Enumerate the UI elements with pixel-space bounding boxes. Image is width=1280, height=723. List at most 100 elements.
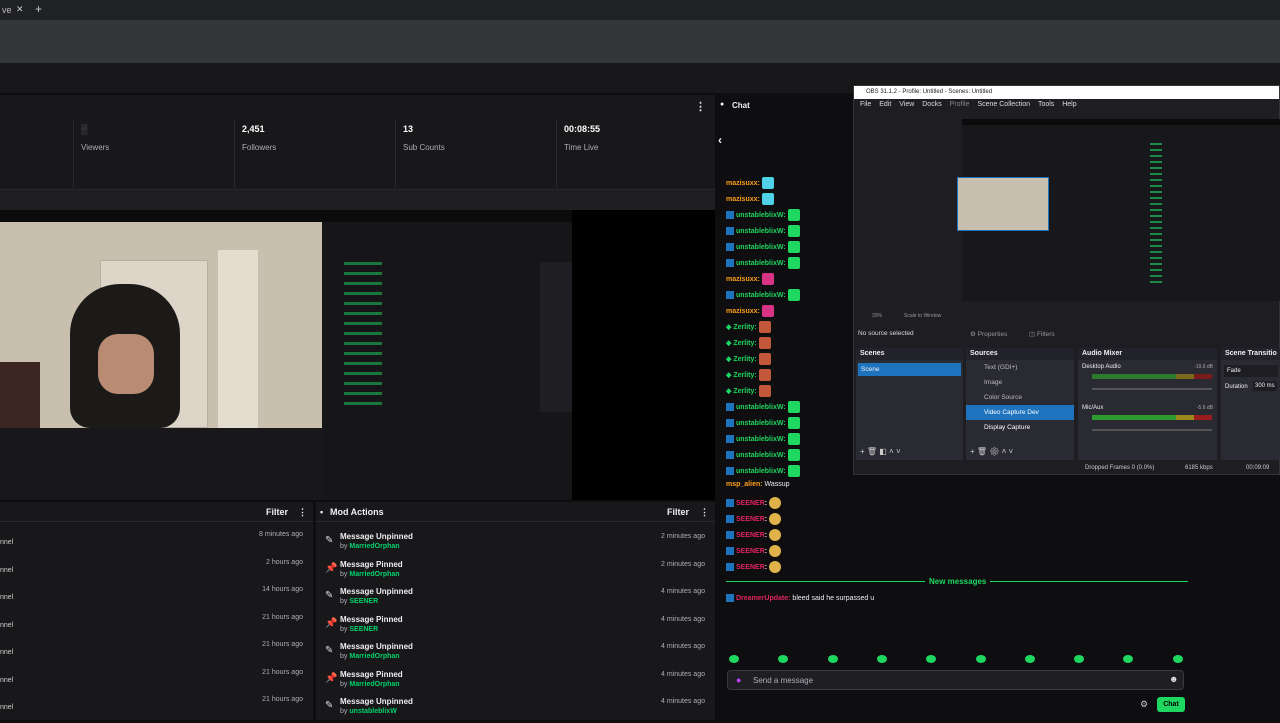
badge-icon <box>726 451 734 459</box>
mic-label: Mic/Aux <box>1082 405 1104 411</box>
duration-input[interactable]: 300 ms <box>1253 381 1277 391</box>
activity-filter-button[interactable]: Filter <box>266 507 288 517</box>
source-item[interactable]: Text (GDI+) <box>966 360 1074 375</box>
chat-username[interactable]: mazisuxx: <box>726 276 760 283</box>
chat-username[interactable]: SEENER <box>736 516 765 523</box>
chat-username[interactable]: SEENER <box>736 548 765 555</box>
moderator-name[interactable]: MarriedOrphan <box>349 653 399 660</box>
menu-profile[interactable]: Profile <box>950 101 970 108</box>
scenes-controls[interactable]: + 🗑 ◧ ˄ ˅ <box>860 447 901 456</box>
mic-volume-slider[interactable] <box>1092 429 1212 431</box>
badge-icon <box>726 403 734 411</box>
address-bar-area <box>0 20 1280 63</box>
chat-username[interactable]: SEENER <box>736 500 765 507</box>
chat-username[interactable]: Zerlity: <box>733 388 756 395</box>
badge-icon <box>726 227 734 235</box>
mod-filter-button[interactable]: Filter <box>667 507 689 517</box>
pin-icon: 📌 <box>325 617 338 629</box>
menu-docks[interactable]: Docks <box>922 101 941 108</box>
obs-time: 00:09:09 <box>1246 465 1270 471</box>
activity-menu-icon[interactable]: ⋮ <box>298 507 307 518</box>
quick-emote-icon[interactable] <box>975 655 986 663</box>
emoji-icon[interactable]: ☻ <box>1169 674 1178 684</box>
chat-username[interactable]: unstableblixW: <box>736 420 786 427</box>
obs-preview[interactable] <box>957 119 1280 301</box>
emote-icon <box>787 449 800 461</box>
quick-emote-icon[interactable] <box>729 655 739 663</box>
new-tab-icon[interactable]: + <box>35 2 42 16</box>
audio-mixer-title: Audio Mixer <box>1078 348 1217 360</box>
mod-menu-icon[interactable]: ⋮ <box>700 507 709 518</box>
moderator-name[interactable]: SEENER <box>349 626 378 633</box>
pin-icon: 📌 <box>325 672 338 684</box>
moderator-name[interactable]: MarriedOrphan <box>349 681 399 688</box>
emote-icon <box>758 321 771 333</box>
source-item[interactable]: Image <box>966 375 1074 390</box>
chat-username[interactable]: mazisuxx: <box>726 180 760 187</box>
chat-username[interactable]: unstableblixW: <box>736 292 786 299</box>
moderator-name[interactable]: unstableblixW <box>349 708 396 715</box>
desktop-volume-slider[interactable] <box>1092 388 1212 390</box>
scenes-title: Scenes <box>856 348 963 360</box>
chat-username[interactable]: Zerlity: <box>733 372 756 379</box>
chat-username[interactable]: unstableblixW: <box>736 244 786 251</box>
quick-emote-icon[interactable] <box>1024 655 1035 663</box>
chat-username[interactable]: unstableblixW: <box>736 260 786 267</box>
menu-file[interactable]: File <box>860 101 871 108</box>
chat-username[interactable]: unstableblixW: <box>736 212 786 219</box>
chat-username[interactable]: mazisuxx: <box>726 308 760 315</box>
quick-emote-icon[interactable] <box>827 655 838 663</box>
diamond-badge-icon: ◆ <box>726 323 732 331</box>
sources-controls[interactable]: + 🗑 ⚙ ˄ ˅ <box>970 447 1013 456</box>
chat-username[interactable]: SEENER <box>736 564 765 571</box>
chat-username[interactable]: Zerlity: <box>733 324 756 331</box>
no-source-label: No source selected <box>858 330 914 337</box>
browser-tab[interactable]: ve <box>0 0 30 20</box>
settings-gear-icon[interactable]: ⚙ <box>1140 699 1148 710</box>
chat-send-button[interactable]: Chat <box>1157 697 1185 712</box>
menu-scene-collection[interactable]: Scene Collection <box>977 101 1030 108</box>
chat-username[interactable]: unstableblixW: <box>736 228 786 235</box>
menu-edit[interactable]: Edit <box>879 101 891 108</box>
mini-chat <box>344 262 382 412</box>
quick-emote-icon[interactable] <box>876 655 887 663</box>
menu-help[interactable]: Help <box>1062 101 1076 108</box>
desktop-audio-meter <box>1092 374 1212 379</box>
chat-message: unstableblixW: <box>726 433 800 445</box>
microphone-icon[interactable]: ● <box>736 675 741 685</box>
stats-menu-icon[interactable]: ⋮ <box>695 100 707 113</box>
emote-icon <box>769 513 782 525</box>
moderator-name[interactable]: MarriedOrphan <box>349 571 399 578</box>
quick-emote-icon[interactable] <box>1172 655 1183 663</box>
source-item-selected[interactable]: Video Capture Dev <box>966 405 1074 420</box>
chat-username[interactable]: Zerlity: <box>733 356 756 363</box>
subs-stat: 13 Sub Counts <box>395 120 556 188</box>
list-item: nnel 8 minutes ago <box>0 531 303 546</box>
chat-back-icon[interactable]: ‹ <box>718 133 722 147</box>
close-tab-icon[interactable]: ✕ <box>16 4 24 15</box>
menu-tools[interactable]: Tools <box>1038 101 1054 108</box>
chat-username[interactable]: unstableblixW: <box>736 436 786 443</box>
chat-username[interactable]: unstableblixW: <box>736 468 786 475</box>
scale-mode-select[interactable]: Scale to Window <box>904 313 941 319</box>
emote-icon <box>769 561 782 573</box>
chat-username[interactable]: Zerlity: <box>733 340 756 347</box>
moderator-name[interactable]: SEENER <box>349 598 378 605</box>
filters-button[interactable]: ◫ Filters <box>1029 330 1055 338</box>
properties-button[interactable]: ⚙ Properties <box>970 330 1007 338</box>
chat-username[interactable]: unstableblixW: <box>736 404 786 411</box>
moderator-name[interactable]: MarriedOrphan <box>349 543 399 550</box>
scene-item[interactable]: Scene <box>858 363 961 376</box>
chat-input[interactable]: ● Send a message ☻ <box>727 670 1184 690</box>
duration-label: Duration <box>1225 384 1248 390</box>
chat-username[interactable]: unstableblixW: <box>736 452 786 459</box>
menu-view[interactable]: View <box>899 101 914 108</box>
mod-actions-icon: ▪ <box>320 507 324 517</box>
source-item[interactable]: Display Capture <box>966 420 1074 435</box>
zoom-level[interactable]: 33% <box>872 313 882 319</box>
transition-select[interactable]: Fade <box>1224 365 1278 377</box>
source-item[interactable]: Color Source <box>966 390 1074 405</box>
chat-input-placeholder: Send a message <box>753 676 814 685</box>
chat-username[interactable]: mazisuxx: <box>726 196 760 203</box>
chat-username[interactable]: SEENER <box>736 532 765 539</box>
